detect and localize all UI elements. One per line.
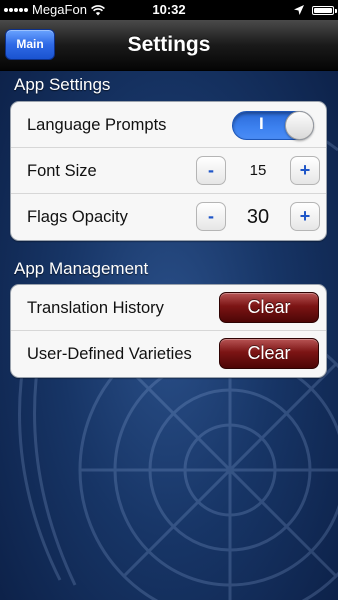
status-right: [294, 0, 337, 20]
font-size-decrease-button[interactable]: -: [196, 156, 226, 185]
flags-opacity-label: Flags Opacity: [27, 208, 128, 226]
app-management-group: Translation History Clear User-Defined V…: [10, 284, 327, 378]
language-prompts-toggle[interactable]: I: [232, 111, 314, 140]
flags-opacity-value: 30: [246, 206, 270, 228]
app-settings-header: App Settings: [14, 75, 111, 94]
location-arrow-icon: [294, 5, 304, 15]
font-size-value: 15: [249, 162, 267, 179]
clear-user-defined-varieties-button[interactable]: Clear: [219, 338, 319, 369]
settings-screen: MegaFon 10:32 Settings Main App Settings…: [0, 0, 338, 600]
flags-opacity-increase-button[interactable]: +: [290, 202, 320, 231]
font-size-row: Font Size - 15 +: [11, 148, 326, 194]
user-defined-varieties-label: User-Defined Varieties: [27, 345, 192, 363]
language-prompts-row: Language Prompts I: [11, 102, 326, 148]
main-back-button[interactable]: Main: [5, 29, 55, 60]
status-bar: MegaFon 10:32: [0, 0, 338, 20]
language-prompts-label: Language Prompts: [27, 116, 167, 134]
translation-history-row: Translation History Clear: [11, 285, 326, 331]
app-settings-group: Language Prompts I Font Size - 15 + Flag…: [10, 101, 327, 241]
user-defined-varieties-row: User-Defined Varieties Clear: [11, 331, 326, 377]
clear-translation-history-button[interactable]: Clear: [219, 292, 319, 323]
toggle-knob[interactable]: [285, 111, 314, 140]
toggle-on-label: I: [259, 114, 264, 133]
flags-opacity-row: Flags Opacity - 30 +: [11, 194, 326, 240]
font-size-increase-button[interactable]: +: [290, 156, 320, 185]
status-time: 10:32: [152, 2, 186, 17]
battery-icon: [312, 5, 337, 15]
app-management-header: App Management: [14, 259, 149, 278]
navigation-bar: Settings Main: [0, 20, 338, 71]
flags-opacity-decrease-button[interactable]: -: [196, 202, 226, 231]
font-size-label: Font Size: [27, 162, 97, 180]
translation-history-label: Translation History: [27, 299, 164, 317]
